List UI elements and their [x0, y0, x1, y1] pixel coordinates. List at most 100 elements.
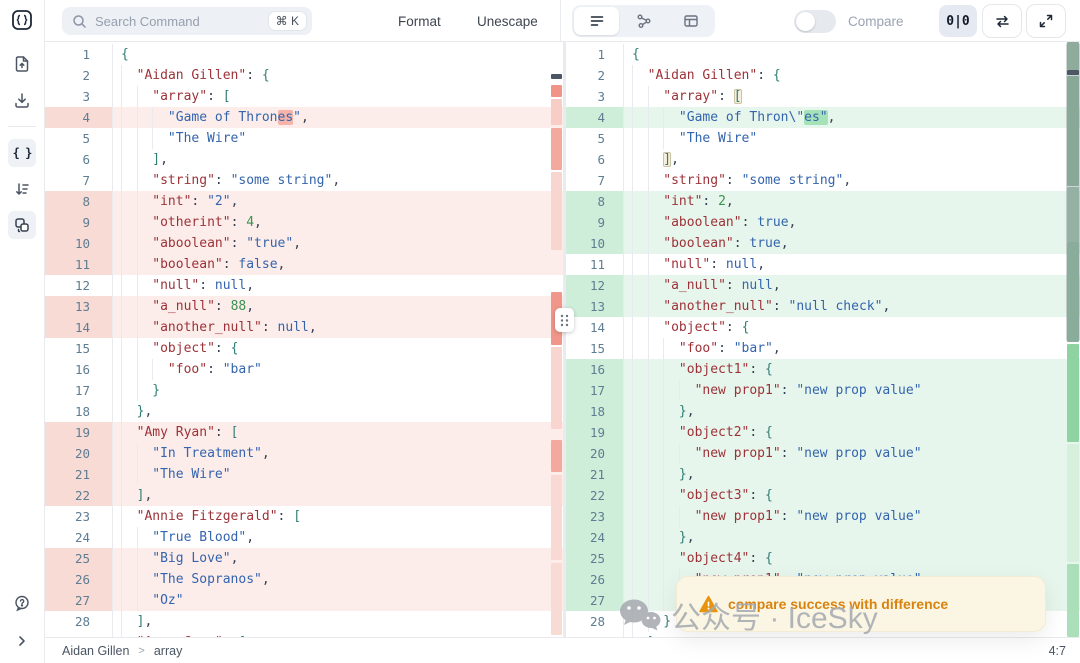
code-line[interactable]: 17}	[45, 380, 563, 401]
indent-guide	[648, 86, 664, 107]
code-line[interactable]: 21},	[566, 464, 1080, 485]
code-line[interactable]: 8"int": "2",	[45, 191, 563, 212]
scrollbar-thumb[interactable]	[1066, 42, 1080, 342]
code-line[interactable]: 4"Game of Thrones",	[45, 107, 563, 128]
code-line[interactable]: 8"int": 2,	[566, 191, 1080, 212]
code-token: "object"	[663, 320, 726, 335]
code-line[interactable]: 18},	[566, 401, 1080, 422]
graph-view-tab[interactable]	[621, 7, 666, 35]
code-line[interactable]: 16"foo": "bar"	[45, 359, 563, 380]
code-line[interactable]: 24},	[566, 527, 1080, 548]
code-line[interactable]: 28],	[45, 611, 563, 632]
diff-mode-button[interactable]: 0|0	[939, 5, 977, 37]
code-token: "new prop1"	[695, 509, 781, 524]
code-line[interactable]: 10"boolean": true,	[566, 233, 1080, 254]
sort-button[interactable]	[8, 175, 36, 203]
table-view-tab[interactable]	[668, 7, 713, 35]
code-token: "string"	[152, 173, 215, 188]
swap-panes-button[interactable]	[983, 5, 1021, 37]
compare-toggle[interactable]	[794, 10, 836, 33]
code-line[interactable]: 9"otherint": 4,	[45, 212, 563, 233]
right-json-editor[interactable]: 1{2"Aidan Gillen": {3"array": [4"Game of…	[566, 42, 1080, 637]
indent-guide	[632, 65, 648, 86]
code-line[interactable]: 22],	[45, 485, 563, 506]
code-line[interactable]: 3"array": [	[566, 86, 1080, 107]
code-line[interactable]: 21"The Wire"	[45, 464, 563, 485]
code-token: false	[238, 257, 277, 272]
text-view-tab[interactable]	[574, 7, 619, 35]
code-line[interactable]: 5"The Wire"	[45, 128, 563, 149]
code-line[interactable]: 10"aboolean": "true",	[45, 233, 563, 254]
format-button[interactable]: Format	[398, 0, 441, 42]
code-line[interactable]: 11"null": null,	[566, 254, 1080, 275]
code-line[interactable]: 15"foo": "bar",	[566, 338, 1080, 359]
line-number: 10	[45, 233, 113, 254]
code-line[interactable]: 6],	[45, 149, 563, 170]
code-line[interactable]: 27"Oz"	[45, 590, 563, 611]
code-line[interactable]: 24"True Blood",	[45, 527, 563, 548]
indent-guide	[137, 191, 153, 212]
code-token: :	[781, 383, 797, 398]
code-line[interactable]: 14"another_null": null,	[45, 317, 563, 338]
compare-view-button[interactable]	[8, 211, 36, 239]
download-button[interactable]	[8, 86, 36, 114]
line-number: 5	[566, 128, 624, 149]
pane-resize-handle[interactable]	[555, 308, 574, 332]
code-line[interactable]: 13"a_null": 88,	[45, 296, 563, 317]
left-json-editor[interactable]: 1{2"Aidan Gillen": {3"array": [4"Game of…	[45, 42, 563, 637]
code-line[interactable]: 4"Game of Thron\"es",	[566, 107, 1080, 128]
code-token: ,	[687, 404, 695, 419]
breadcrumb-item[interactable]: array	[154, 644, 182, 658]
code-line[interactable]: 14"object": {	[566, 317, 1080, 338]
code-line[interactable]: 2"Aidan Gillen": {	[45, 65, 563, 86]
code-line[interactable]: 25"object4": {	[566, 548, 1080, 569]
indent-guide	[137, 569, 153, 590]
code-line[interactable]: 9"aboolean": true,	[566, 212, 1080, 233]
code-line[interactable]: 12"a_null": null,	[566, 275, 1080, 296]
code-line[interactable]: 1{	[566, 44, 1080, 65]
code-line[interactable]: 3"array": [	[45, 86, 563, 107]
right-scrollbar[interactable]	[1066, 42, 1080, 637]
code-token: ,	[278, 257, 286, 272]
unescape-button[interactable]: Unescape	[477, 0, 538, 42]
code-line[interactable]: 15"object": {	[45, 338, 563, 359]
code-line[interactable]: 20"In Treatment",	[45, 443, 563, 464]
code-line[interactable]: 19"object2": {	[566, 422, 1080, 443]
code-token: :	[742, 215, 758, 230]
code-line[interactable]: 18},	[45, 401, 563, 422]
code-line[interactable]: 19"Amy Ryan": [	[45, 422, 563, 443]
code-line[interactable]: 13"another_null": "null check",	[566, 296, 1080, 317]
code-line[interactable]: 16"object1": {	[566, 359, 1080, 380]
code-line[interactable]: 20"new prop1": "new prop value"	[566, 443, 1080, 464]
indent-guide	[663, 338, 679, 359]
code-line[interactable]: 2"Aidan Gillen": {	[566, 65, 1080, 86]
code-line[interactable]: 7"string": "some string",	[566, 170, 1080, 191]
indent-guide	[632, 254, 648, 275]
collapse-sidebar-button[interactable]	[8, 627, 36, 655]
left-minimap-scrollbar[interactable]	[550, 42, 563, 637]
breadcrumb-item[interactable]: Aidan Gillen	[62, 644, 129, 658]
code-line[interactable]: 11"boolean": false,	[45, 254, 563, 275]
fullscreen-button[interactable]	[1027, 5, 1065, 37]
code-line[interactable]: 17"new prop1": "new prop value"	[566, 380, 1080, 401]
code-line[interactable]: 23"new prop1": "new prop value"	[566, 506, 1080, 527]
code-line[interactable]: 25"Big Love",	[45, 548, 563, 569]
line-number: 26	[45, 569, 113, 590]
code-line[interactable]: 12"null": null,	[45, 275, 563, 296]
code-line[interactable]: 23"Annie Fitzgerald": [	[45, 506, 563, 527]
help-button[interactable]	[8, 589, 36, 617]
code-line[interactable]: 5"The Wire"	[566, 128, 1080, 149]
code-line[interactable]: 7"string": "some string",	[45, 170, 563, 191]
code-line[interactable]: 6],	[566, 149, 1080, 170]
line-number: 22	[566, 485, 624, 506]
json-view-button[interactable]: { }	[8, 139, 36, 167]
code-token: ,	[246, 278, 254, 293]
search-command-input[interactable]: Search Command ⌘ K	[62, 7, 312, 35]
import-file-button[interactable]	[8, 50, 36, 78]
line-number: 11	[45, 254, 113, 275]
code-line[interactable]: 1{	[45, 44, 563, 65]
app-logo-icon[interactable]	[11, 9, 33, 31]
code-line[interactable]: 22"object3": {	[566, 485, 1080, 506]
code-line[interactable]: 26"The Sopranos",	[45, 569, 563, 590]
code-token: 2	[718, 194, 726, 209]
